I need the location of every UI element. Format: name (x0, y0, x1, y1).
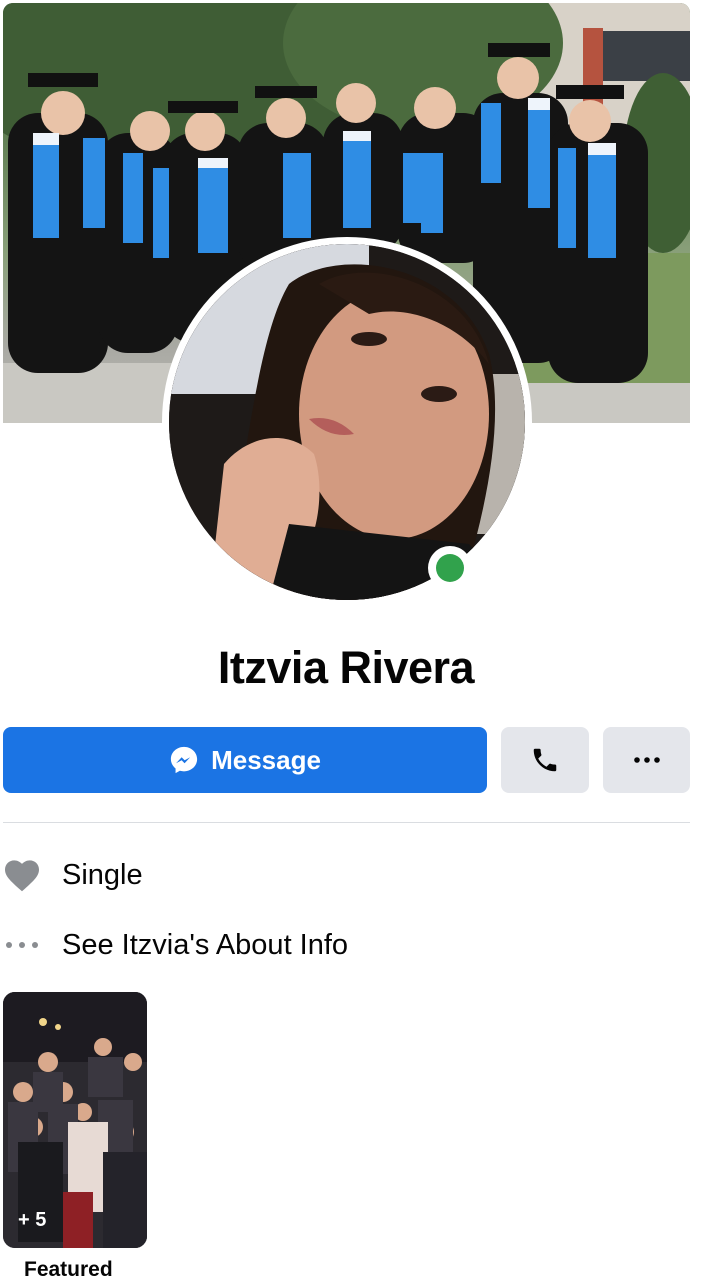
more-horizontal-icon (633, 757, 660, 763)
message-button-label: Message (211, 744, 321, 775)
section-divider (3, 822, 690, 823)
call-button[interactable] (501, 727, 589, 793)
about-info-link[interactable]: See Itzvia's About Info (3, 920, 348, 970)
heart-icon (3, 856, 41, 894)
featured-count-badge: + 5 (18, 1209, 47, 1231)
profile-name: Itzvia Rivera (217, 642, 475, 693)
message-button[interactable]: Message (3, 727, 487, 793)
featured-label: Featured (24, 1258, 113, 1280)
profile-picture-image (169, 244, 525, 600)
about-info-text: See Itzvia's About Info (62, 928, 349, 961)
online-status-indicator (428, 546, 472, 590)
phone-icon (533, 748, 557, 772)
profile-page: Itzvia Rivera Message Single See Itzvia'… (0, 0, 719, 1280)
messenger-icon (170, 746, 198, 774)
relationship-status-text: Single (62, 858, 143, 891)
relationship-status-row: Single (3, 850, 143, 900)
profile-picture[interactable] (169, 244, 525, 600)
more-horizontal-icon (3, 926, 41, 964)
more-options-button[interactable] (603, 727, 690, 793)
